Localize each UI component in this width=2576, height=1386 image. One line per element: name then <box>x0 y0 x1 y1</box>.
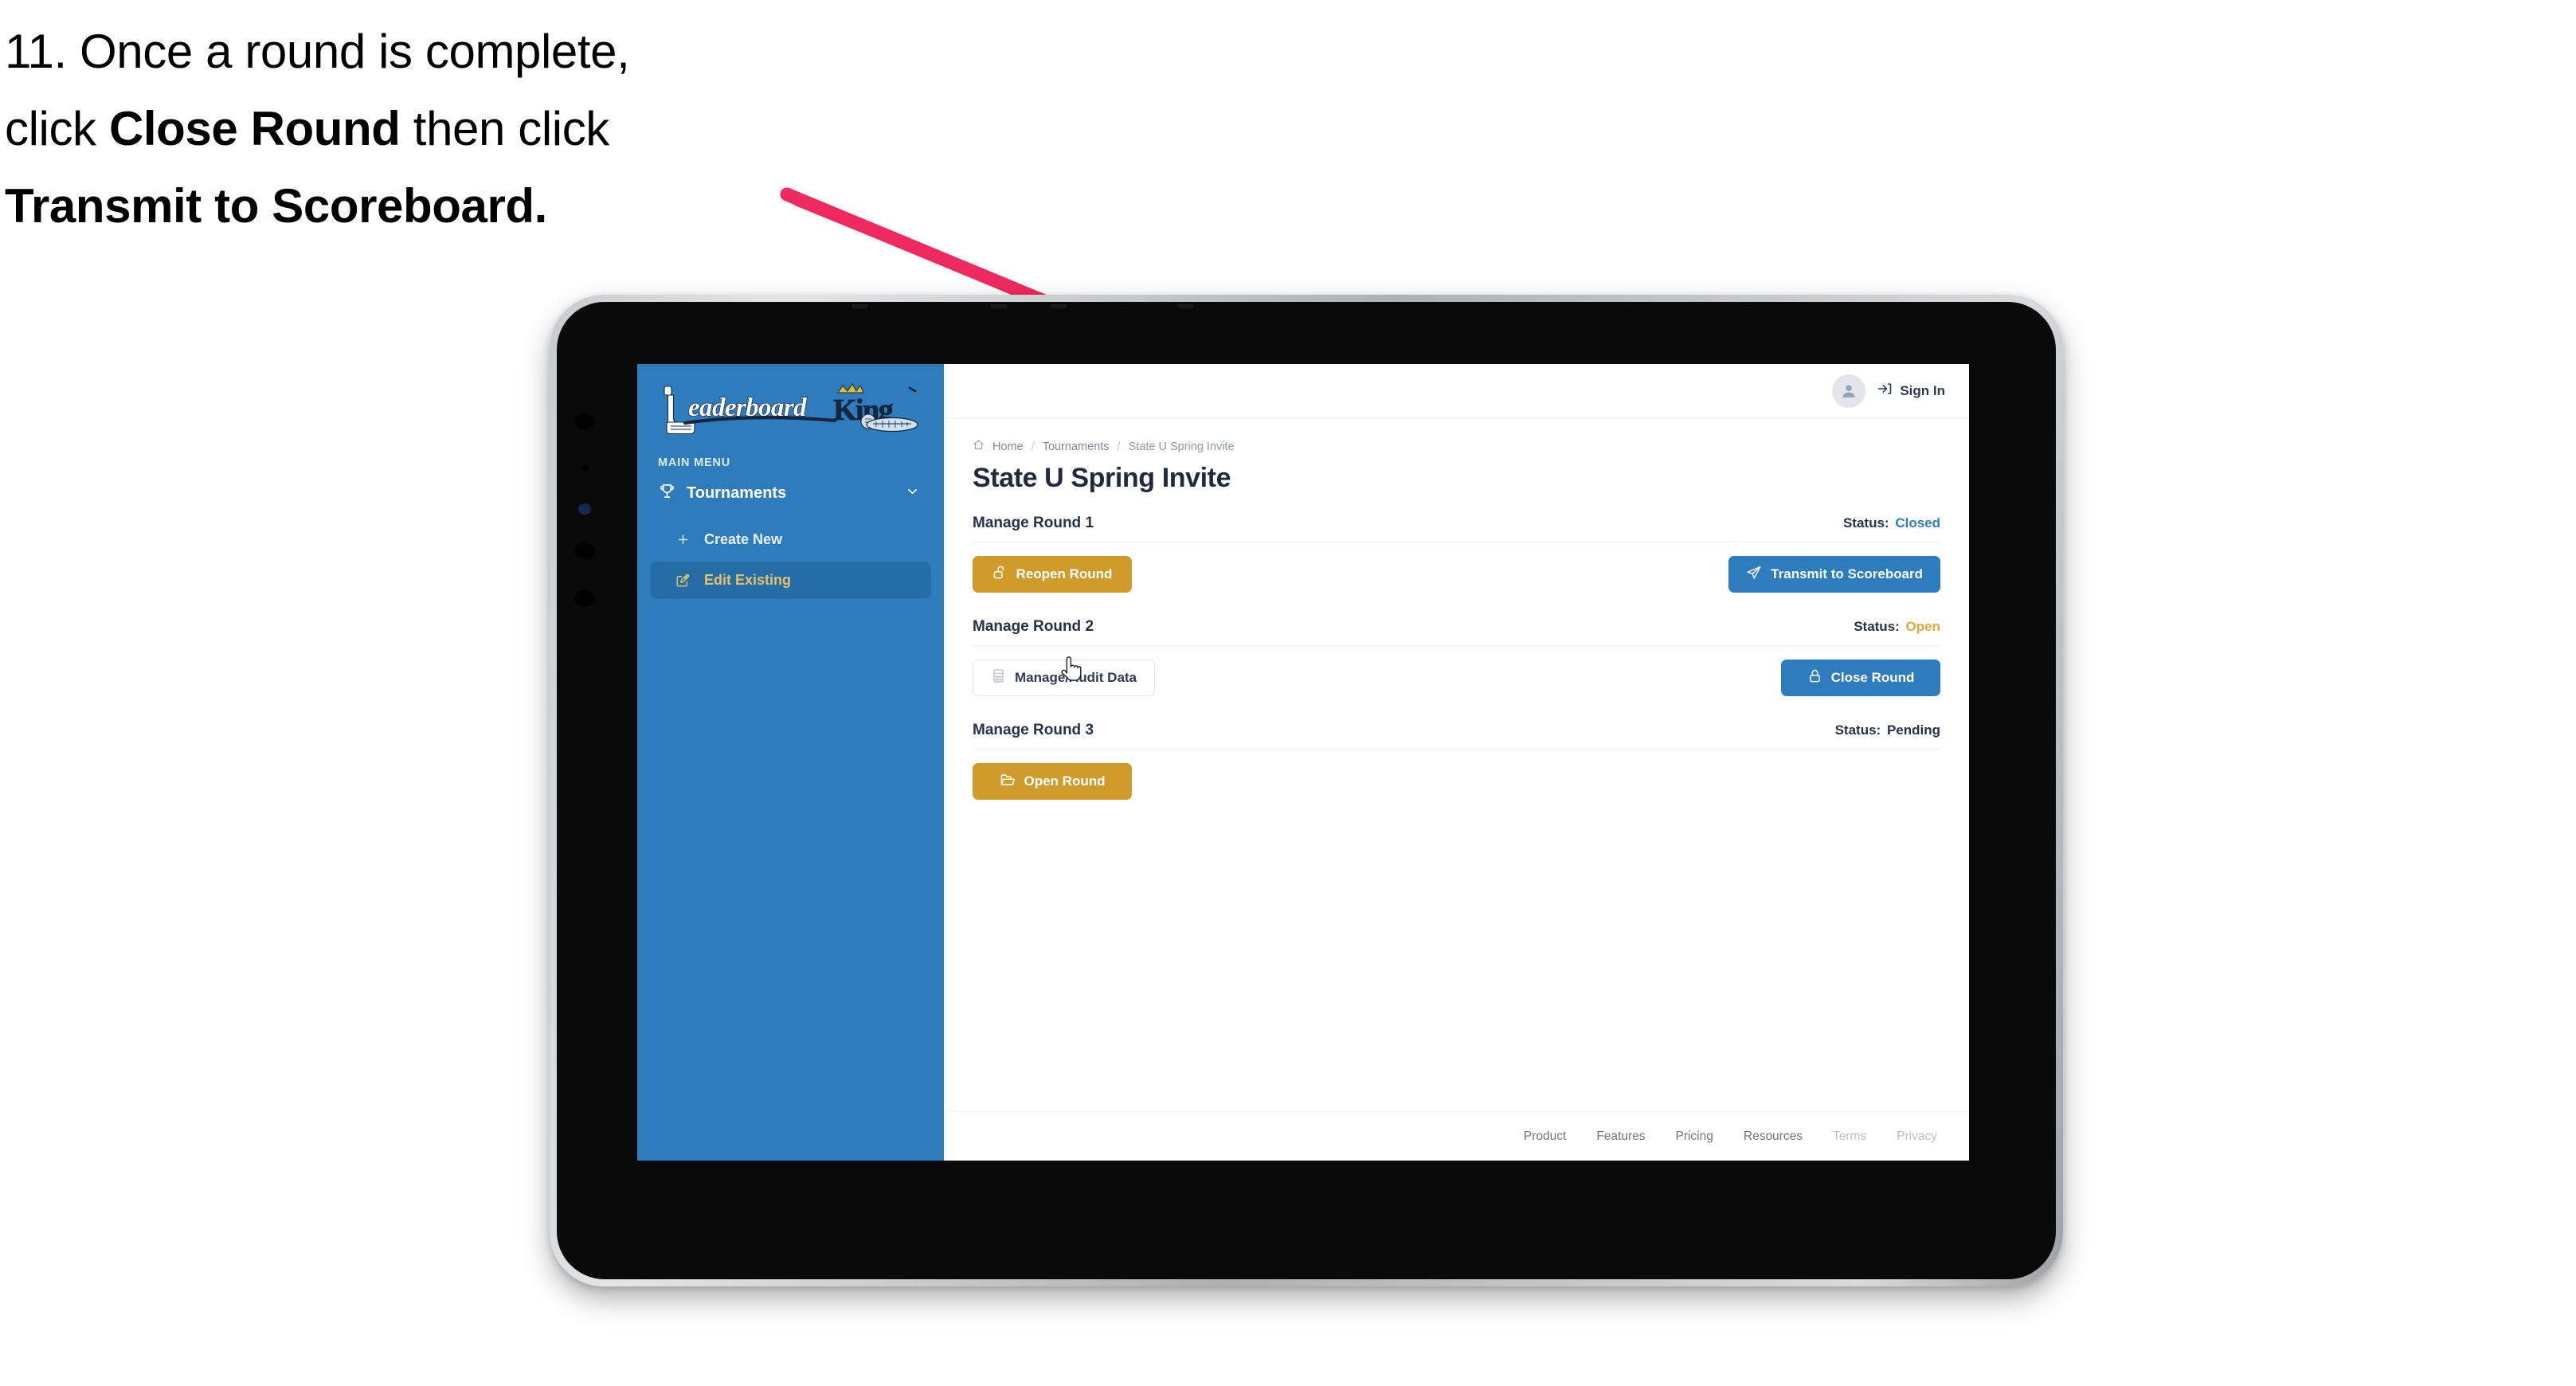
caption-line-2-prefix: click <box>5 102 109 156</box>
trophy-icon <box>658 482 676 505</box>
sign-in-button[interactable]: Sign In <box>1877 381 1945 401</box>
sidebar-item-edit-existing[interactable]: Edit Existing <box>650 562 931 599</box>
round-actions: Open Round <box>973 750 1940 800</box>
bezel-sensor-dot <box>574 590 595 607</box>
breadcrumb-item-home[interactable]: Home <box>992 440 1024 453</box>
round-title: Manage Round 1 <box>973 515 1094 531</box>
status-label: Status: <box>1854 619 1900 634</box>
screenshot-canvas: 11. Once a round is complete, click Clos… <box>0 0 2576 1386</box>
bezel-speaker-speck <box>1051 304 1067 308</box>
app-logo[interactable]: eaderboard King <box>637 364 944 442</box>
sidebar-item-tournaments[interactable]: Tournaments <box>637 469 944 518</box>
round-title: Manage Round 2 <box>973 618 1094 635</box>
caption-line-2: click Close Round then click <box>5 90 921 167</box>
footer-link-terms[interactable]: Terms <box>1833 1130 1866 1144</box>
status-value: Closed <box>1895 515 1940 531</box>
user-avatar-icon <box>1842 385 1855 397</box>
status-value: Pending <box>1886 722 1940 738</box>
round-header: Manage Round 1 Status: Closed <box>973 515 1940 542</box>
breadcrumb-separator: / <box>1031 440 1035 453</box>
button-label: Manage/Audit Data <box>1015 670 1137 685</box>
sidebar-item-label: Tournaments <box>687 484 787 502</box>
instruction-caption: 11. Once a round is complete, click Clos… <box>5 13 921 245</box>
avatar[interactable] <box>1832 374 1866 408</box>
manage-audit-data-button[interactable]: Manage/Audit Data <box>973 660 1156 696</box>
footer-link-pricing[interactable]: Pricing <box>1675 1130 1713 1144</box>
bezel-speaker-speck <box>1178 304 1194 308</box>
bezel-speaker-speck <box>851 304 867 308</box>
unlock-icon <box>992 565 1008 584</box>
round-header: Manage Round 2 Status: Open <box>973 618 1940 646</box>
transmit-to-scoreboard-button[interactable]: Transmit to Scoreboard <box>1728 556 1940 593</box>
lock-icon <box>1807 668 1822 687</box>
status-badge: Status: Closed <box>1843 515 1940 531</box>
caption-line-2-suffix: then click <box>400 102 610 156</box>
caption-transmit-bold: Transmit to Scoreboard. <box>5 179 547 233</box>
round-title: Manage Round 3 <box>973 722 1094 738</box>
status-badge: Status: Open <box>1854 619 1940 635</box>
sidebar: eaderboard King MAIN MENU Tournaments Cr… <box>637 364 944 1161</box>
footer: Product Features Pricing Resources Terms… <box>944 1111 1969 1161</box>
status-label: Status: <box>1834 722 1881 738</box>
breadcrumb: Home / Tournaments / State U Spring Invi… <box>973 439 1940 454</box>
sidebar-item-create-new[interactable]: Create New <box>650 521 931 558</box>
round-actions: Manage/Audit Data Close Round <box>973 646 1940 696</box>
status-value: Open <box>1905 619 1940 634</box>
bezel-speaker-speck <box>991 304 1007 308</box>
sidebar-item-label: Create New <box>704 531 783 547</box>
round-actions: Reopen Round Transmit to Scoreboard <box>973 542 1940 593</box>
round-block-1: Manage Round 1 Status: Closed Reopen Rou… <box>973 515 1940 593</box>
sign-in-label: Sign In <box>1900 382 1945 398</box>
send-paper-plane-icon <box>1746 565 1762 585</box>
footer-link-privacy[interactable]: Privacy <box>1897 1130 1937 1144</box>
tablet-bezel: eaderboard King MAIN MENU Tournaments Cr… <box>557 302 2056 1279</box>
sidebar-section-label: MAIN MENU <box>658 456 730 469</box>
status-badge: Status: Pending <box>1835 722 1940 738</box>
edit-pencil-icon <box>674 574 691 588</box>
button-label: Reopen Round <box>1016 566 1113 581</box>
page-title: State U Spring Invite <box>973 463 1231 493</box>
footer-link-resources[interactable]: Resources <box>1744 1130 1803 1144</box>
button-label: Open Round <box>1024 773 1106 789</box>
login-arrow-icon <box>1877 381 1893 401</box>
button-label: Close Round <box>1830 670 1915 685</box>
plus-icon <box>674 533 691 546</box>
tablet-device-frame: eaderboard King MAIN MENU Tournaments Cr… <box>550 295 2063 1286</box>
breadcrumb-item-tournaments[interactable]: Tournaments <box>1043 440 1110 453</box>
close-round-button[interactable]: Close Round <box>1781 660 1940 696</box>
breadcrumb-separator: / <box>1117 440 1121 453</box>
bezel-sensor-dot <box>574 542 595 559</box>
app-screen: eaderboard King MAIN MENU Tournaments Cr… <box>637 364 1969 1161</box>
chevron-down-icon[interactable] <box>905 484 920 503</box>
footer-link-features[interactable]: Features <box>1596 1130 1645 1144</box>
table-grid-icon <box>991 668 1006 687</box>
breadcrumb-item-current: State U Spring Invite <box>1128 440 1235 453</box>
round-header: Manage Round 3 Status: Pending <box>973 722 1940 750</box>
bezel-sensor-dot <box>582 465 589 472</box>
footer-link-product[interactable]: Product <box>1524 1130 1566 1144</box>
sidebar-item-label: Edit Existing <box>704 572 792 588</box>
main-content: Sign In Home / Tournaments / State U Spr… <box>944 364 1969 1161</box>
open-folder-icon <box>1000 772 1016 792</box>
reopen-round-button[interactable]: Reopen Round <box>973 556 1132 593</box>
open-round-button[interactable]: Open Round <box>973 763 1132 800</box>
round-block-2: Manage Round 2 Status: Open Manage/Audit… <box>973 618 1940 696</box>
status-label: Status: <box>1842 515 1889 531</box>
button-label: Transmit to Scoreboard <box>1771 566 1923 581</box>
round-block-3: Manage Round 3 Status: Pending Open Roun… <box>973 722 1940 800</box>
front-camera-icon <box>578 503 591 515</box>
home-icon[interactable] <box>973 439 985 454</box>
page-body: Home / Tournaments / State U Spring Invi… <box>944 418 1969 1111</box>
caption-close-round-bold: Close Round <box>108 102 401 156</box>
bezel-sensor-dot <box>574 413 595 429</box>
top-bar: Sign In <box>944 364 1969 418</box>
caption-line-1: 11. Once a round is complete, <box>5 25 630 78</box>
leaderboard-king-logo-icon: eaderboard King <box>664 383 918 435</box>
